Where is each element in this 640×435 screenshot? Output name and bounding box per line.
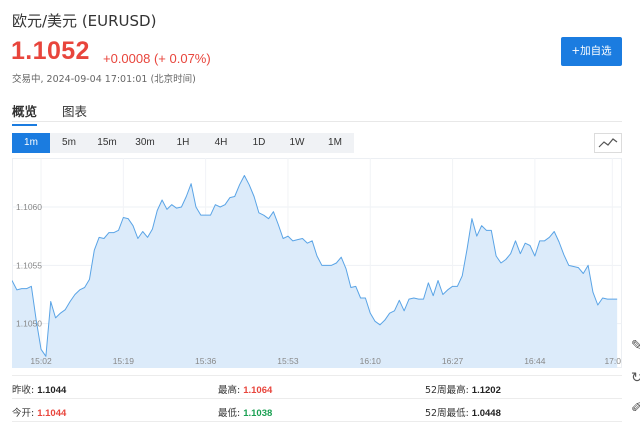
trading-status: 交易中, 2024-09-04 17:01:01 (北京时间) xyxy=(12,74,196,85)
period-button-1m[interactable]: 1m xyxy=(12,133,50,153)
x-tick-label: 16:44 xyxy=(524,356,546,366)
x-tick-label: 17:0 xyxy=(604,356,621,366)
stat-value: 1.1038 xyxy=(243,408,273,419)
period-button-5m[interactable]: 5m xyxy=(50,133,88,153)
stat-label: 今开: xyxy=(12,408,35,419)
x-tick-label: 15:02 xyxy=(30,356,52,366)
tab-divider xyxy=(12,121,622,122)
pencil-icon[interactable]: ✎ xyxy=(631,338,640,354)
stat-open: 今开: 1.1044 xyxy=(12,405,66,419)
x-tick-label: 15:53 xyxy=(277,356,299,366)
add-to-watchlist-button[interactable]: +加自选 xyxy=(561,37,622,66)
y-tick-label: 1.1060 xyxy=(16,202,42,212)
stat-52w-high: 52周最高: 1.1202 xyxy=(425,382,501,396)
stat-label: 昨收: xyxy=(12,385,35,396)
y-tick-label: 1.1055 xyxy=(16,260,42,270)
y-tick-label: 1.1050 xyxy=(16,319,42,329)
stat-value: 1.1064 xyxy=(243,385,273,396)
period-button-4h[interactable]: 4H xyxy=(202,133,240,153)
period-button-1w[interactable]: 1W xyxy=(278,133,316,153)
stat-label: 最低: xyxy=(218,408,241,419)
tab-overview[interactable]: 概览 xyxy=(12,101,38,126)
period-selector: 1m 5m 15m 30m 1H 4H 1D 1W 1M xyxy=(12,133,354,153)
last-price: 1.1052 xyxy=(11,37,90,65)
refresh-icon[interactable]: ↻ xyxy=(631,370,640,386)
period-button-1d[interactable]: 1D xyxy=(240,133,278,153)
stat-label: 52周最高: xyxy=(425,385,469,396)
x-tick-label: 15:19 xyxy=(113,356,135,366)
stat-value: 1.1044 xyxy=(37,408,67,419)
chart-type-button[interactable] xyxy=(594,133,622,153)
period-button-30m[interactable]: 30m xyxy=(126,133,164,153)
stat-value: 1.1202 xyxy=(471,385,501,396)
stat-value: 1.0448 xyxy=(471,408,501,419)
x-tick-label: 16:27 xyxy=(442,356,464,366)
instrument-title: 欧元/美元 (EURUSD) xyxy=(12,12,157,30)
price-change: +0.0008 (+ 0.07%) xyxy=(103,51,211,66)
x-tick-label: 16:10 xyxy=(360,356,382,366)
stat-value: 1.1044 xyxy=(37,385,67,396)
stat-low: 最低: 1.1038 xyxy=(218,405,272,419)
side-toolbar: ✎ ↻ ✐ xyxy=(630,338,640,422)
period-button-1h[interactable]: 1H xyxy=(164,133,202,153)
stat-prev-close: 昨收: 1.1044 xyxy=(12,382,66,396)
stat-label: 最高: xyxy=(218,385,241,396)
price-chart[interactable]: 1.1060 1.1055 1.1050 15:02 15:19 15:36 15:53 16… xyxy=(12,158,622,368)
stat-52w-low: 52周最低: 1.0448 xyxy=(425,405,501,419)
draw-icon[interactable]: ✐ xyxy=(631,400,640,416)
period-button-1mo[interactable]: 1M xyxy=(316,133,354,153)
stat-label: 52周最低: xyxy=(425,408,469,419)
stats-row: 今开: 1.1044 最低: 1.1038 52周最低: 1.0448 xyxy=(12,399,622,422)
x-tick-label: 15:36 xyxy=(195,356,217,366)
stat-high: 最高: 1.1064 xyxy=(218,382,272,396)
period-button-15m[interactable]: 15m xyxy=(88,133,126,153)
series-area xyxy=(12,175,618,368)
line-chart-icon xyxy=(598,138,618,148)
stats-row: 昨收: 1.1044 最高: 1.1064 52周最高: 1.1202 xyxy=(12,376,622,399)
